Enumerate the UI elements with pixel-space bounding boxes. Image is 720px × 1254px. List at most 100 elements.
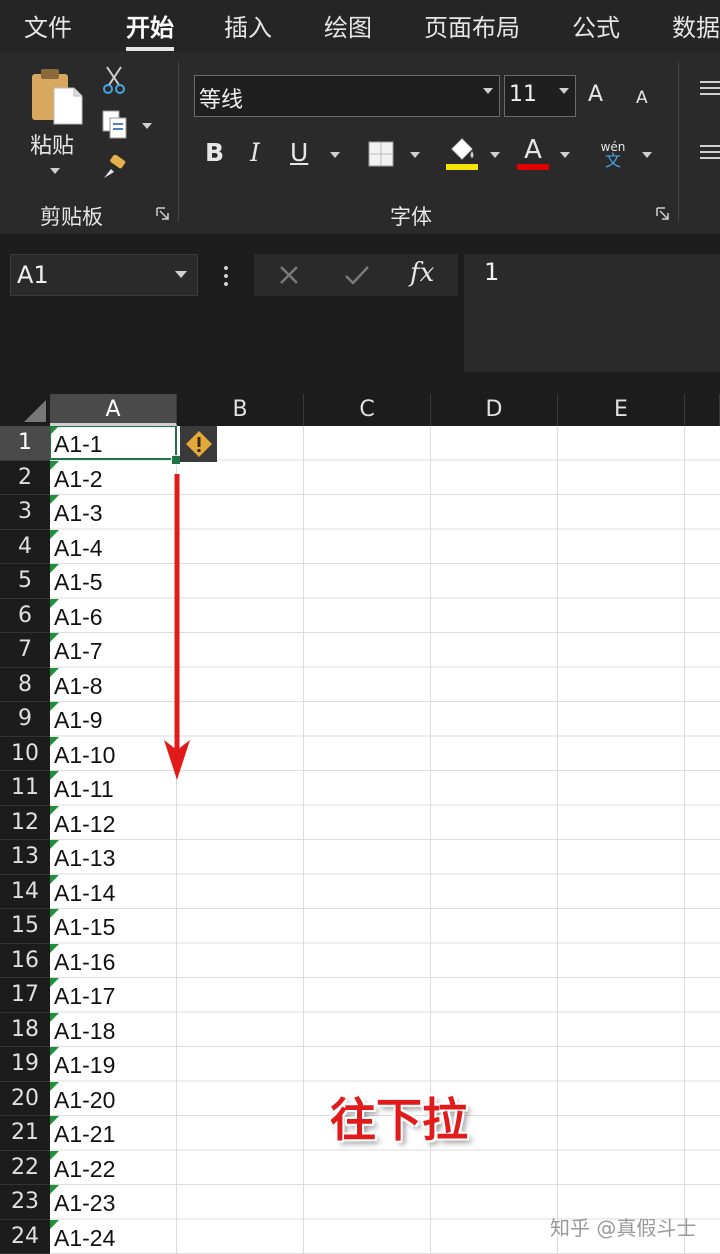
- formula-input[interactable]: 1: [464, 254, 720, 372]
- cell-text: A1-3: [54, 500, 103, 526]
- cell-a[interactable]: A1-8: [50, 667, 177, 703]
- cell-a[interactable]: A1-4: [50, 529, 177, 565]
- italic-button[interactable]: I: [250, 138, 260, 167]
- borders-dropdown-chevron-icon[interactable]: [410, 152, 420, 158]
- row-header[interactable]: 23: [0, 1185, 50, 1220]
- cell-a[interactable]: A1-21: [50, 1116, 177, 1151]
- column-header-d[interactable]: D: [431, 394, 558, 426]
- row-header[interactable]: 13: [0, 840, 50, 875]
- cell-a[interactable]: A1-18: [50, 1012, 177, 1048]
- tab-home[interactable]: 开始: [126, 8, 174, 51]
- fill-color-button[interactable]: [445, 136, 479, 172]
- cell-a[interactable]: A1-6: [50, 598, 177, 634]
- row-header[interactable]: 11: [0, 771, 50, 806]
- row-header[interactable]: 17: [0, 978, 50, 1013]
- row-header[interactable]: 20: [0, 1082, 50, 1116]
- row-header[interactable]: 21: [0, 1116, 50, 1151]
- row-header[interactable]: 1: [0, 426, 50, 461]
- tab-insert[interactable]: 插入: [224, 8, 272, 43]
- format-painter-button[interactable]: [100, 154, 128, 182]
- row-header[interactable]: 6: [0, 599, 50, 633]
- row-header[interactable]: 2: [0, 461, 50, 495]
- cell-a[interactable]: A1-15: [50, 909, 177, 944]
- row-header[interactable]: 3: [0, 495, 50, 530]
- borders-button[interactable]: [366, 139, 396, 169]
- ribbon-separator: [178, 62, 179, 222]
- cell-a[interactable]: A1-23: [50, 1185, 177, 1220]
- cell-a[interactable]: A1-5: [50, 564, 177, 599]
- cell-a[interactable]: A1-22: [50, 1150, 177, 1186]
- cell-a[interactable]: A1-16: [50, 943, 177, 979]
- cancel-icon[interactable]: [278, 264, 300, 286]
- column-header-b[interactable]: B: [177, 394, 304, 426]
- cell-a[interactable]: A1-13: [50, 840, 177, 875]
- row-header[interactable]: 22: [0, 1151, 50, 1185]
- dialog-launcher-icon[interactable]: [656, 207, 670, 221]
- cell-a[interactable]: A1-2: [50, 460, 177, 496]
- fill-color-dropdown-chevron-icon[interactable]: [490, 152, 500, 158]
- tab-file[interactable]: 文件: [24, 8, 72, 43]
- align-lines-icon[interactable]: [700, 78, 720, 98]
- select-all-corner[interactable]: [0, 394, 50, 426]
- font-color-dropdown-chevron-icon[interactable]: [560, 152, 570, 158]
- align-lines-icon[interactable]: [700, 142, 720, 162]
- error-warning-button[interactable]: [180, 426, 217, 462]
- row-header[interactable]: 4: [0, 530, 50, 564]
- tab-page-layout[interactable]: 页面布局: [424, 8, 520, 43]
- row-header[interactable]: 16: [0, 944, 50, 978]
- underline-dropdown-chevron-icon[interactable]: [330, 152, 340, 158]
- row-header[interactable]: 5: [0, 564, 50, 599]
- decrease-font-size-button[interactable]: A: [636, 88, 648, 108]
- tab-formulas[interactable]: 公式: [572, 8, 620, 43]
- row-header[interactable]: 18: [0, 1013, 50, 1047]
- paste-label[interactable]: 粘贴: [30, 128, 74, 160]
- row-header[interactable]: 15: [0, 909, 50, 944]
- more-vertical-icon[interactable]: [222, 264, 230, 288]
- font-color-button[interactable]: A: [517, 134, 549, 172]
- increase-font-size-button[interactable]: A: [588, 82, 603, 107]
- check-icon[interactable]: [344, 264, 370, 286]
- copy-button[interactable]: [100, 108, 130, 142]
- tab-draw[interactable]: 绘图: [324, 8, 372, 43]
- font-size-combo[interactable]: 11: [504, 75, 576, 117]
- column-header-e[interactable]: E: [558, 394, 685, 426]
- row-header[interactable]: 10: [0, 737, 50, 771]
- cell-a[interactable]: A1-3: [50, 495, 177, 530]
- cell-a[interactable]: A1-20: [50, 1081, 177, 1117]
- underline-button[interactable]: U: [290, 138, 308, 167]
- column-header-f[interactable]: [685, 394, 720, 426]
- paste-button[interactable]: [26, 64, 86, 128]
- font-name-combo[interactable]: 等线: [194, 75, 500, 117]
- cell-a[interactable]: A1-19: [50, 1047, 177, 1082]
- phonetic-dropdown-chevron-icon[interactable]: [642, 152, 652, 158]
- cut-button[interactable]: [100, 64, 128, 96]
- cell-a[interactable]: A1-14: [50, 874, 177, 910]
- bold-button[interactable]: B: [205, 138, 224, 167]
- row-header[interactable]: 7: [0, 633, 50, 668]
- row-header[interactable]: 9: [0, 702, 50, 737]
- column-header-a[interactable]: A: [50, 394, 177, 426]
- phonetic-guide-button[interactable]: wén 文: [598, 138, 628, 170]
- row-header[interactable]: 24: [0, 1220, 50, 1254]
- paste-dropdown-chevron-icon[interactable]: [50, 168, 60, 174]
- cell-a[interactable]: A1-12: [50, 805, 177, 841]
- cell-a[interactable]: A1-11: [50, 771, 177, 806]
- column-header-c[interactable]: C: [304, 394, 431, 426]
- cell-a[interactable]: A1-24: [50, 1219, 177, 1254]
- number-as-text-indicator-icon: [50, 874, 59, 884]
- row-header[interactable]: 14: [0, 875, 50, 909]
- cell-a[interactable]: A1-17: [50, 978, 177, 1013]
- row-header[interactable]: 19: [0, 1047, 50, 1082]
- cell-a[interactable]: A1-7: [50, 633, 177, 668]
- cell-a[interactable]: A1-9: [50, 702, 177, 737]
- row-header[interactable]: 12: [0, 806, 50, 840]
- dialog-launcher-icon[interactable]: [156, 207, 170, 221]
- chevron-down-icon[interactable]: [175, 271, 187, 278]
- tab-data[interactable]: 数据: [672, 8, 720, 43]
- insert-function-button[interactable]: fx: [410, 258, 434, 288]
- copy-dropdown-chevron-icon[interactable]: [142, 123, 152, 129]
- cell-a[interactable]: A1-10: [50, 736, 177, 772]
- row-header[interactable]: 8: [0, 668, 50, 702]
- name-box[interactable]: A1: [10, 254, 198, 296]
- worksheet-grid: A B C D E 1 2 3 4 5 6 7 8 9 10 11 12 13 14 15 16 17 18 19 2…: [0, 394, 720, 1254]
